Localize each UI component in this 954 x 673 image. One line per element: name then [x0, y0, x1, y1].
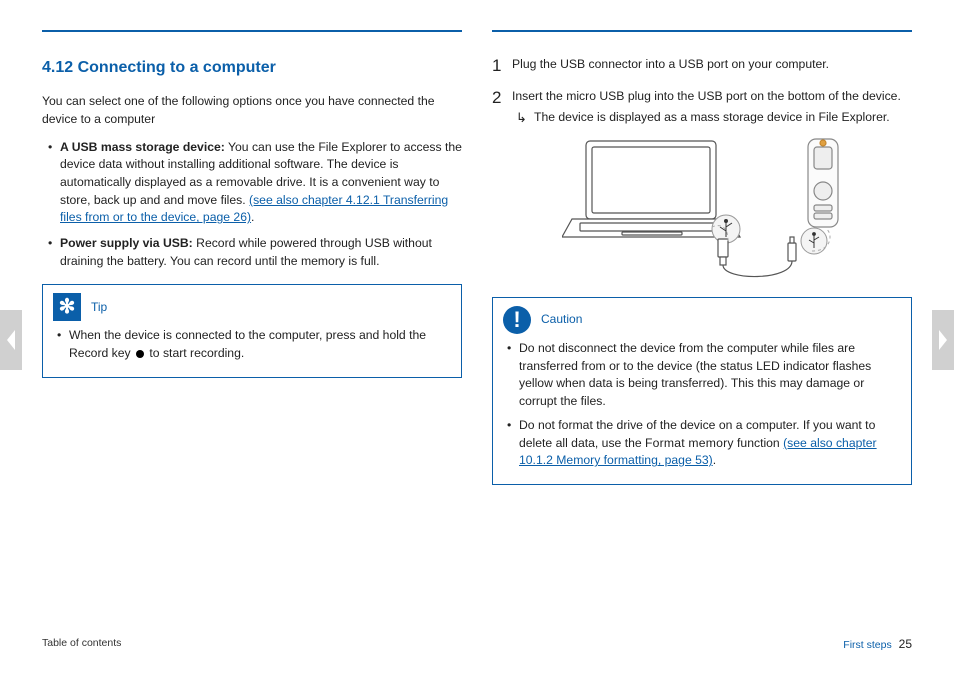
laptop-device-usb-icon [562, 133, 862, 283]
top-rule [492, 30, 912, 32]
step-1: Plug the USB connector into a USB port o… [492, 56, 912, 74]
footer-right: First steps 25 [843, 637, 912, 651]
caution-icon: ! [503, 306, 531, 334]
options-list: A USB mass storage device: You can use t… [42, 139, 462, 271]
page-footer: Table of contents First steps 25 [42, 637, 912, 651]
chevron-left-icon [5, 330, 17, 350]
tip-callout: ✻ Tip When the device is connected to th… [42, 284, 462, 377]
tip-list: When the device is connected to the comp… [53, 327, 451, 362]
section-heading: 4.12 Connecting to a computer [42, 56, 462, 79]
option-power-via-usb: Power supply via USB: Record while power… [42, 235, 462, 270]
caution-text-c: . [713, 453, 716, 467]
right-column: Plug the USB connector into a USB port o… [492, 30, 912, 485]
caution-callout: ! Caution Do not disconnect the device f… [492, 297, 912, 485]
caution-item: Do not format the drive of the device on… [503, 417, 901, 470]
caution-text: Do not disconnect the device from the co… [519, 341, 871, 408]
step-text: Plug the USB connector into a USB port o… [512, 57, 829, 71]
page-number: 25 [899, 637, 912, 651]
caution-list: Do not disconnect the device from the co… [503, 340, 901, 470]
tip-item: When the device is connected to the comp… [53, 327, 451, 362]
callout-header: ! Caution [503, 306, 901, 334]
step-text: Insert the micro USB plug into the USB p… [512, 89, 901, 103]
caution-item: Do not disconnect the device from the co… [503, 340, 901, 411]
toc-link[interactable]: Table of contents [42, 637, 121, 651]
option-label: A USB mass storage device: [60, 140, 225, 154]
callout-header: ✻ Tip [53, 293, 451, 321]
step-result: The device is displayed as a mass storag… [512, 109, 912, 127]
caution-text-b: function [734, 436, 783, 450]
option-usb-mass-storage: A USB mass storage device: You can use t… [42, 139, 462, 227]
prev-page-button[interactable] [0, 310, 22, 370]
tip-text-a: When the device is connected to the comp… [69, 328, 426, 360]
callout-title: Tip [91, 299, 107, 316]
format-memory-term: Format memory [645, 436, 734, 450]
top-rule [42, 30, 462, 32]
tip-text-b: to start recording. [146, 346, 244, 360]
chapter-link[interactable]: First steps [843, 639, 891, 651]
tip-icon: ✻ [53, 293, 81, 321]
chevron-right-icon [937, 330, 949, 350]
steps-list: Plug the USB connector into a USB port o… [492, 56, 912, 283]
next-page-button[interactable] [932, 310, 954, 370]
intro-text: You can select one of the following opti… [42, 93, 462, 128]
option-body-tail: . [251, 210, 254, 224]
connection-illustration [512, 133, 912, 283]
callout-title: Caution [541, 311, 582, 328]
option-label: Power supply via USB: [60, 236, 193, 250]
page-content: 4.12 Connecting to a computer You can se… [0, 0, 954, 485]
left-column: 4.12 Connecting to a computer You can se… [42, 30, 462, 485]
step-2: Insert the micro USB plug into the USB p… [492, 88, 912, 283]
record-dot-icon [136, 350, 144, 358]
